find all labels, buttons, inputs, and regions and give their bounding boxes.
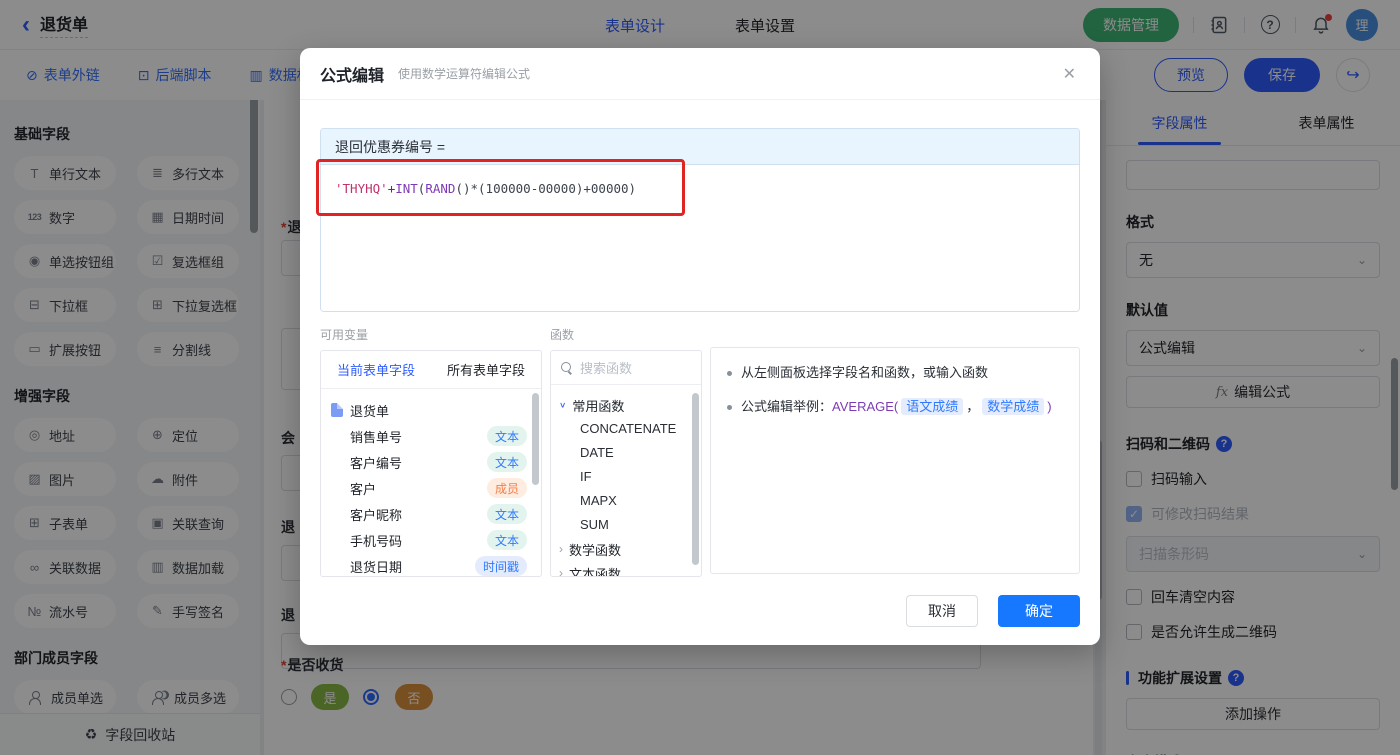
- variable-row[interactable]: 客户编号 文本: [331, 449, 541, 475]
- type-badge: 成员: [486, 478, 527, 498]
- tree-open-icon: ∨: [559, 400, 567, 410]
- variable-row[interactable]: 手机号码 文本: [331, 527, 541, 553]
- tree-closed-icon: ›: [559, 566, 563, 577]
- variable-row[interactable]: 客户 成员: [331, 475, 541, 501]
- variables-label: 可用变量: [320, 328, 369, 342]
- function-search-input[interactable]: 搜索函数: [551, 351, 701, 385]
- formula-editor-card: 退回优惠券编号 = 'THYHQ'+INT(RAND()*(100000-000…: [320, 128, 1080, 312]
- type-badge: 文本: [486, 426, 527, 446]
- function-group-common[interactable]: ∨ 常用函数: [559, 393, 701, 417]
- document-icon: [331, 403, 343, 417]
- help-line-1: 从左侧面板选择字段名和函数，或输入函数: [741, 365, 989, 380]
- tab-all-form-fields[interactable]: 所有表单字段: [431, 360, 541, 379]
- confirm-button[interactable]: 确定: [998, 595, 1080, 627]
- variables-panel: 当前表单字段 所有表单字段 退货单 销售单号 文本 客户编号 文本 客户 成员 客户昵…: [320, 350, 542, 577]
- variable-row[interactable]: 退货日期 时间戳: [331, 553, 541, 576]
- example-field-chip: 语文成绩: [901, 398, 964, 415]
- formula-function-int: INT: [395, 181, 418, 196]
- function-date[interactable]: DATE: [559, 441, 701, 465]
- formula-help-panel: 从左侧面板选择字段名和函数，或输入函数 公式编辑举例：AVERAGE(语文成绩，…: [710, 347, 1080, 574]
- tree-closed-icon: ›: [559, 542, 563, 556]
- formula-function-rand: RAND: [425, 181, 456, 196]
- function-if[interactable]: IF: [559, 465, 701, 489]
- search-icon: [561, 362, 572, 373]
- formula-editor-modal: 公式编辑 使用数学运算符编辑公式 ✕ 退回优惠券编号 = 'THYHQ'+INT…: [300, 48, 1100, 645]
- modal-subtitle: 使用数学运算符编辑公式: [398, 67, 531, 81]
- function-concatenate[interactable]: CONCATENATE: [559, 417, 701, 441]
- functions-label: 函数: [550, 328, 575, 342]
- bullet: [727, 371, 732, 376]
- functions-scrollbar-thumb[interactable]: [692, 393, 699, 565]
- help-spacer: [710, 326, 1080, 340]
- type-badge: 时间戳: [474, 556, 527, 576]
- function-mapx[interactable]: MAPX: [559, 489, 701, 513]
- tab-current-form-fields[interactable]: 当前表单字段: [321, 360, 431, 379]
- type-badge: 文本: [486, 452, 527, 472]
- variable-row[interactable]: 客户昵称 文本: [331, 501, 541, 527]
- bullet: [727, 405, 732, 410]
- function-group-text[interactable]: › 文本函数: [559, 561, 701, 577]
- variables-scrollbar-thumb[interactable]: [532, 393, 539, 485]
- formula-string-token: 'THYHQ': [335, 181, 388, 196]
- variable-row[interactable]: 销售单号 文本: [331, 423, 541, 449]
- variables-form-node[interactable]: 退货单: [331, 397, 541, 423]
- functions-panel: 搜索函数 ∨ 常用函数 CONCATENATE DATE IF MAPX SUM…: [550, 350, 702, 577]
- function-sum[interactable]: SUM: [559, 513, 701, 537]
- function-group-math[interactable]: › 数学函数: [559, 537, 701, 561]
- search-placeholder: 搜索函数: [580, 361, 633, 376]
- type-badge: 文本: [486, 504, 527, 524]
- example-field-chip: 数学成绩: [982, 398, 1045, 415]
- close-icon[interactable]: ✕: [1063, 64, 1076, 84]
- cancel-button[interactable]: 取消: [906, 595, 978, 627]
- help-line-2: 公式编辑举例：AVERAGE(语文成绩，数学成绩): [741, 398, 1052, 415]
- modal-title: 公式编辑: [320, 67, 385, 85]
- type-badge: 文本: [486, 530, 527, 550]
- formula-input-area[interactable]: 'THYHQ'+INT(RAND()*(100000-00000)+00000): [321, 165, 1079, 311]
- formula-target-field: 退回优惠券编号 =: [321, 129, 1079, 165]
